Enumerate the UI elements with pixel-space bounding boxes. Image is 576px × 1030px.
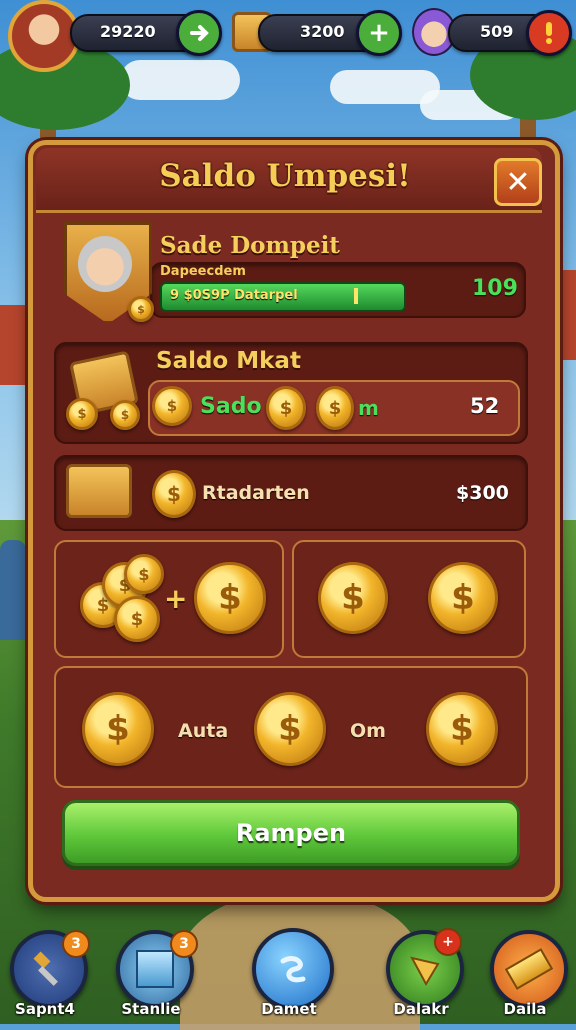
exclamation-icon xyxy=(546,22,552,44)
close-button[interactable]: ✕ xyxy=(494,158,542,206)
big-coin-icon: $ xyxy=(194,562,266,634)
deposit-amount: 109 xyxy=(472,276,518,301)
coin-icon: $ xyxy=(152,470,196,518)
gold-value: 3200 xyxy=(300,22,345,41)
coin-row-label-1: Auta xyxy=(178,720,229,742)
rampen-button-label: Rampen xyxy=(235,819,347,847)
arrow-icon xyxy=(190,25,209,41)
deposit-title: Sade Dompeit xyxy=(160,232,340,259)
big-coin-icon: $ xyxy=(428,562,498,634)
big-coin-icon: $ xyxy=(82,692,154,766)
flag-icon xyxy=(410,956,440,987)
hero-portrait xyxy=(78,236,132,292)
nav-damet-button[interactable] xyxy=(252,928,334,1010)
coin-icon: $ xyxy=(266,386,306,430)
nav-damet-label: Damet xyxy=(261,1000,317,1018)
nav-build-badge: 3 xyxy=(62,930,90,958)
coin-icon: $ xyxy=(128,296,154,322)
big-coin-icon: $ xyxy=(426,692,498,766)
rampen-button[interactable]: Rampen xyxy=(62,800,520,866)
big-coin-icon: $ xyxy=(318,562,388,634)
nav-stanlie-badge: 3 xyxy=(170,930,198,958)
saldo-mikat-amount: 52 xyxy=(470,394,500,418)
deposit-subtitle: Dapeecdem xyxy=(160,264,246,279)
saldo-mikat-label: Sado xyxy=(200,394,262,419)
rewards-label: Rtadarten xyxy=(202,482,310,504)
big-coin-icon: $ xyxy=(254,692,326,766)
plus-sign: + xyxy=(164,582,188,615)
saldo-mikat-title: Saldo Mkat xyxy=(156,348,301,374)
player-value: 29220 xyxy=(100,22,156,41)
gems-alert-button[interactable] xyxy=(526,10,572,56)
gem-cube-icon xyxy=(136,950,174,988)
gold-bar-icon xyxy=(504,948,554,990)
nav-dalakr-badge: + xyxy=(434,928,462,956)
add-gold-button[interactable]: + xyxy=(356,10,402,56)
deposit-bar-text: 9 $0S9P Datarpel xyxy=(170,288,298,303)
nav-daila-button[interactable] xyxy=(490,930,568,1008)
coin-row-label-2: Om xyxy=(350,720,386,742)
swirl-icon xyxy=(280,956,306,983)
nav-build-label: Sapnt4 xyxy=(15,1000,75,1018)
dialog-title: Saldo Umpesi! xyxy=(159,158,411,194)
coin-icon: $ xyxy=(124,554,164,594)
nav-daila-label: Daila xyxy=(503,1000,547,1018)
gems-value: 509 xyxy=(480,22,514,41)
coin-icon: $ xyxy=(110,400,140,430)
rewards-amount: $300 xyxy=(456,482,509,504)
close-icon: ✕ xyxy=(505,164,531,200)
coin-icon: $ xyxy=(316,386,354,430)
treasure-chest-icon xyxy=(66,464,132,518)
hammer-icon xyxy=(33,951,58,986)
villager-figure xyxy=(0,540,26,640)
nav-dalakr-label: Dalakr xyxy=(393,1000,449,1018)
cloud xyxy=(120,60,240,100)
add-player-value-button[interactable] xyxy=(176,10,222,56)
coin-icon: $ xyxy=(114,596,160,642)
deposit-progress-bar: 9 $0S9P Datarpel xyxy=(160,282,406,312)
nav-stanlie-label: Stanlie xyxy=(121,1000,181,1018)
saldo-mikat-suffix: m xyxy=(358,396,379,420)
coin-icon: $ xyxy=(66,398,98,430)
progress-marker xyxy=(354,288,358,304)
coin-stack-icon: $ xyxy=(152,386,192,426)
